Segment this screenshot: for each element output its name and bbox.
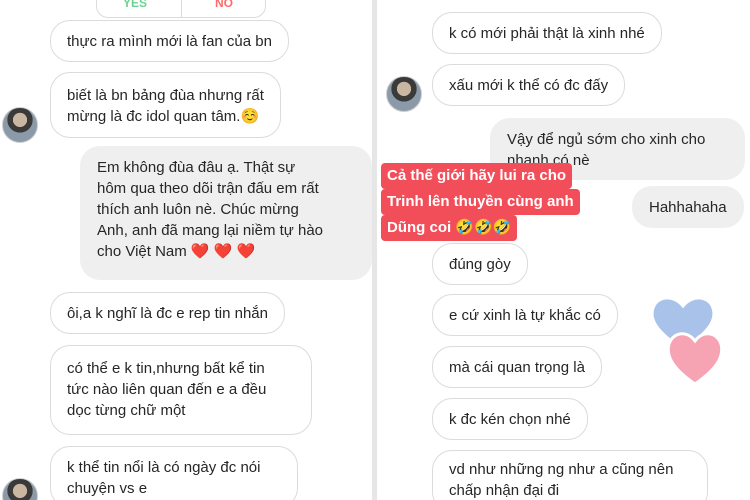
avatar[interactable] <box>2 478 38 500</box>
message-bubble[interactable]: có thể e k tin,nhưng bất kể tin tức nào … <box>50 345 312 435</box>
message-bubble[interactable]: ôi,a k nghĩ là đc e rep tin nhắn <box>50 292 285 334</box>
message-bubble[interactable]: thực ra mình mới là fan của bn <box>50 20 289 62</box>
avatar[interactable] <box>386 76 422 112</box>
message-bubble[interactable]: vd như những ng như a cũng nên chấp nhận… <box>432 450 708 500</box>
message-bubble[interactable]: biết là bn bảng đùa nhưng rất mừng là đc… <box>50 72 281 138</box>
caption-line: Dũng coi 🤣🤣🤣 <box>381 215 518 241</box>
message-bubble[interactable]: k có mới phải thật là xinh nhé <box>432 12 662 54</box>
heart-sticker-pink-icon <box>666 332 724 386</box>
message-bubble[interactable]: xấu mới k thể có đc đấy <box>432 64 626 106</box>
poll-sticker[interactable]: YES NO <box>96 0 266 18</box>
story-caption-overlay: Cả thế giới hãy lui ra cho Trinh lên thu… <box>381 163 627 241</box>
sent-message-bubble[interactable]: Em không đùa đâu ạ. Thật sự hôm qua theo… <box>80 146 372 280</box>
right-chat-panel: k có mới phải thật là xinh nhé xấu mới k… <box>377 0 750 500</box>
left-chat-panel: YES NO thực ra mình mới là fan của bn bi… <box>0 0 372 500</box>
poll-yes-option[interactable]: YES <box>123 0 147 10</box>
message-bubble[interactable]: e cứ xinh là tự khắc có <box>432 294 618 336</box>
caption-line: Trinh lên thuyền cùng anh <box>381 189 580 215</box>
message-bubble[interactable]: k thể tin nổi là có ngày đc nói chuyện v… <box>50 446 298 500</box>
message-bubble[interactable]: k đc kén chọn nhé <box>432 398 588 440</box>
sent-message-bubble[interactable]: Hahhahaha <box>632 186 744 228</box>
poll-no-option[interactable]: NO <box>215 0 233 10</box>
caption-line: Cả thế giới hãy lui ra cho <box>381 163 573 189</box>
message-bubble[interactable]: đúng gòy <box>432 243 528 285</box>
avatar[interactable] <box>2 107 38 143</box>
message-bubble[interactable]: mà cái quan trọng là <box>432 346 602 388</box>
